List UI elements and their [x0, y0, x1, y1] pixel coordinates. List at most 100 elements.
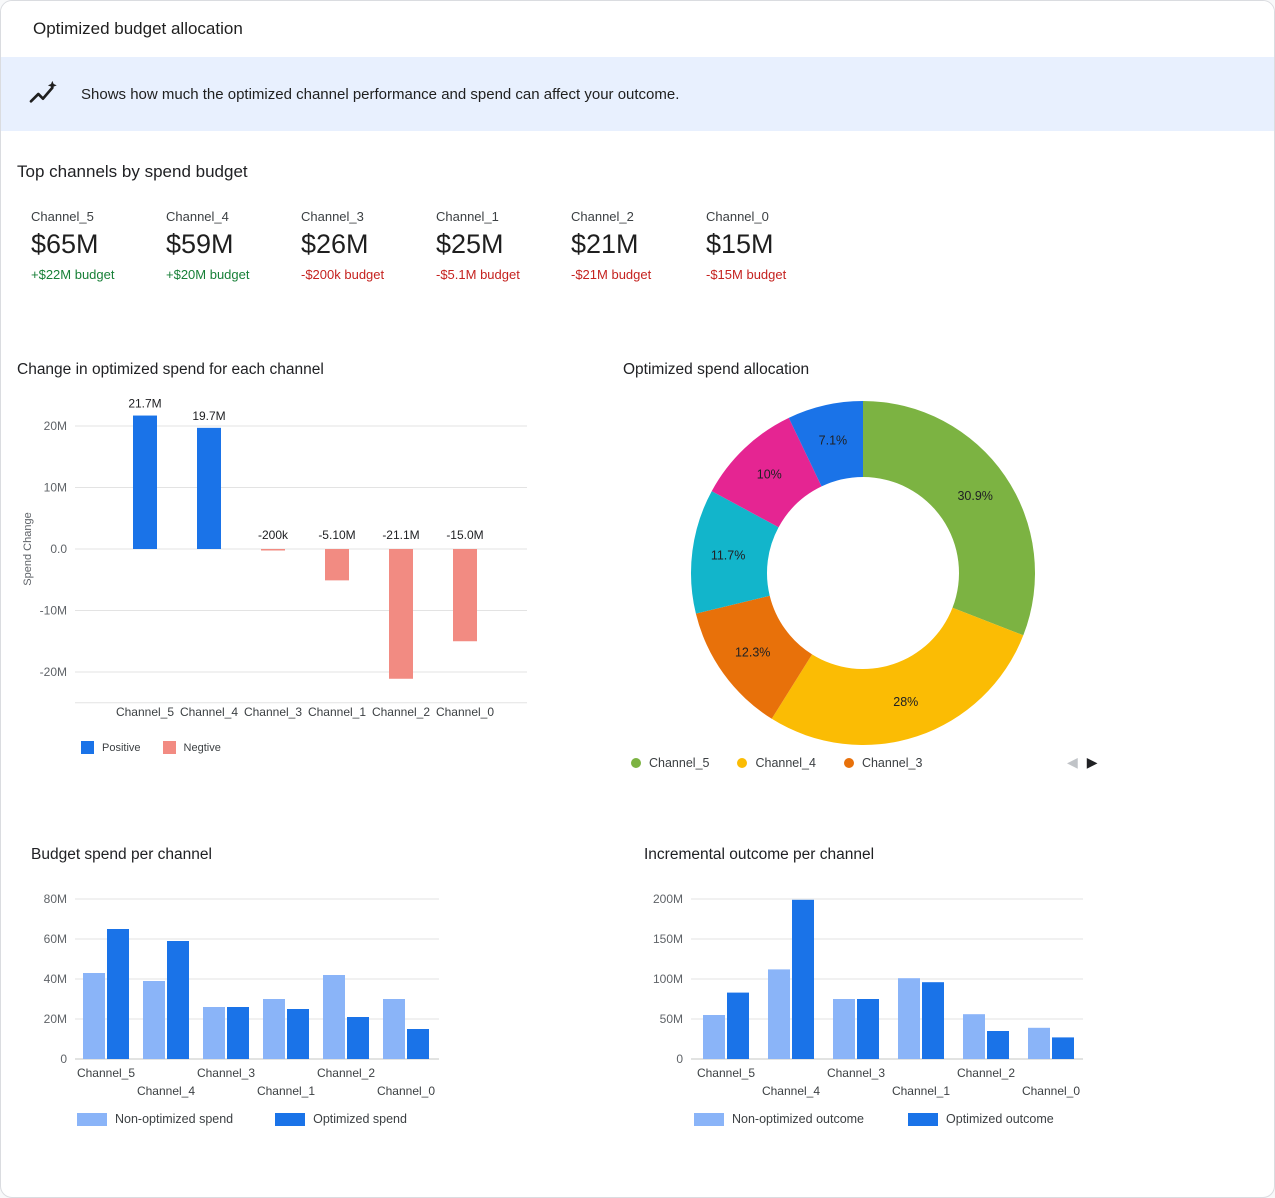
budget_spend-bar-Channel_5-non-optimized[interactable] — [83, 973, 105, 1059]
x-category-label: Channel_3 — [827, 1066, 885, 1080]
channel-card: Channel_0$15M-$15M budget — [706, 209, 841, 282]
x-category-label: Channel_1 — [892, 1084, 950, 1098]
legend-swatch — [694, 1113, 724, 1126]
legend-label: Optimized spend — [313, 1112, 407, 1126]
bar-value-label: -21.1M — [382, 528, 419, 542]
budget-spend-title: Budget spend per channel — [31, 846, 212, 864]
channel-card: Channel_5$65M+$22M budget — [31, 209, 166, 282]
budget_spend-bar-Channel_1-optimized[interactable] — [287, 1009, 309, 1059]
x-category-label: Channel_5 — [697, 1066, 755, 1080]
info-banner-text: Shows how much the optimized channel per… — [81, 86, 679, 103]
spend-change-bar-Channel_1[interactable] — [325, 549, 349, 580]
incremental_outcome-bar-Channel_2-optimized[interactable] — [987, 1031, 1009, 1059]
legend-item-Channel_3[interactable]: Channel_3 — [844, 756, 922, 770]
channel-spend: $25M — [436, 229, 571, 260]
channel-budget-delta: -$200k budget — [301, 267, 436, 282]
budget_spend-bar-Channel_4-optimized[interactable] — [167, 941, 189, 1059]
budget_spend-bar-Channel_0-non-optimized[interactable] — [383, 999, 405, 1059]
x-category-label: Channel_4 — [137, 1084, 195, 1098]
legend-label: Negtive — [184, 742, 221, 754]
slice-label-Channel_4: 28% — [893, 695, 918, 709]
incremental_outcome-bar-Channel_0-optimized[interactable] — [1052, 1037, 1074, 1059]
legend-label: Channel_5 — [649, 756, 709, 770]
legend-item: Optimized spend — [275, 1112, 407, 1126]
donut-slice-Channel_5[interactable] — [863, 401, 1035, 635]
donut-slice-Channel_4[interactable] — [772, 608, 1024, 745]
legend-swatch — [81, 741, 94, 754]
spend-change-bar-Channel_2[interactable] — [389, 549, 413, 679]
incremental_outcome-bar-Channel_4-optimized[interactable] — [792, 900, 814, 1059]
budget_spend-bar-Channel_3-non-optimized[interactable] — [203, 1007, 225, 1059]
x-category-label: Channel_5 — [116, 705, 174, 719]
channel-card: Channel_3$26M-$200k budget — [301, 209, 436, 282]
y-tick-label: 200M — [653, 892, 683, 906]
legend-label: Positive — [102, 742, 141, 754]
spend-change-chart: Change in optimized spend for each chann… — [17, 359, 561, 791]
spend-allocation-title: Optimized spend allocation — [623, 361, 809, 379]
channel-card: Channel_2$21M-$21M budget — [571, 209, 706, 282]
legend-item-Channel_5[interactable]: Channel_5 — [631, 756, 709, 770]
y-tick-label: 0 — [676, 1052, 683, 1066]
x-category-label: Channel_1 — [308, 705, 366, 719]
incremental_outcome-bar-Channel_3-optimized[interactable] — [857, 999, 879, 1059]
spend-allocation-svg: 30.9%28%12.3%11.7%10%7.1% — [621, 389, 1161, 751]
incremental_outcome-bar-Channel_3-non-optimized[interactable] — [833, 999, 855, 1059]
budget_spend-bar-Channel_4-non-optimized[interactable] — [143, 981, 165, 1059]
legend-label: Channel_4 — [755, 756, 815, 770]
incremental_outcome-bar-Channel_1-optimized[interactable] — [922, 982, 944, 1059]
spend-change-bar-Channel_5[interactable] — [133, 416, 157, 549]
y-tick-label: 0.0 — [50, 542, 67, 556]
y-tick-label: 20M — [44, 1012, 67, 1026]
incremental_outcome-bar-Channel_5-non-optimized[interactable] — [703, 1015, 725, 1059]
legend-item-Channel_4[interactable]: Channel_4 — [737, 756, 815, 770]
x-category-label: Channel_0 — [436, 705, 494, 719]
spend-change-svg: 20M10M0.0-10M-20MSpend Change21.7MChanne… — [17, 391, 561, 729]
channel-spend: $15M — [706, 229, 841, 260]
channel-card: Channel_1$25M-$5.1M budget — [436, 209, 571, 282]
budget_spend-bar-Channel_3-optimized[interactable] — [227, 1007, 249, 1059]
channel-spend: $26M — [301, 229, 436, 260]
x-category-label: Channel_3 — [244, 705, 302, 719]
budget_spend-bar-Channel_5-optimized[interactable] — [107, 929, 129, 1059]
x-category-label: Channel_0 — [377, 1084, 435, 1098]
slice-label-Channel_3: 12.3% — [735, 646, 770, 660]
channel-name: Channel_5 — [31, 209, 166, 224]
budget_spend-bar-Channel_0-optimized[interactable] — [407, 1029, 429, 1059]
spend-change-bar-Channel_0[interactable] — [453, 549, 477, 641]
spend-change-bar-Channel_3[interactable] — [261, 549, 285, 551]
channel-budget-delta: -$21M budget — [571, 267, 706, 282]
info-banner: Shows how much the optimized channel per… — [1, 57, 1274, 131]
insights-icon — [27, 78, 59, 110]
y-tick-label: -10M — [40, 604, 67, 618]
legend-swatch — [163, 741, 176, 754]
x-category-label: Channel_2 — [372, 705, 430, 719]
incremental-outcome-title: Incremental outcome per channel — [644, 846, 874, 864]
budget_spend-bar-Channel_1-non-optimized[interactable] — [263, 999, 285, 1059]
legend-label: Optimized outcome — [946, 1112, 1054, 1126]
channel-name: Channel_1 — [436, 209, 571, 224]
incremental_outcome-bar-Channel_2-non-optimized[interactable] — [963, 1014, 985, 1059]
legend-label: Non-optimized spend — [115, 1112, 233, 1126]
legend-label: Non-optimized outcome — [732, 1112, 864, 1126]
incremental_outcome-bar-Channel_0-non-optimized[interactable] — [1028, 1028, 1050, 1059]
channel-budget-delta: -$15M budget — [706, 267, 841, 282]
carousel-next-button[interactable]: ▶ — [1087, 754, 1098, 770]
budget_spend-bar-Channel_2-optimized[interactable] — [347, 1017, 369, 1059]
x-category-label: Channel_2 — [957, 1066, 1015, 1080]
x-category-label: Channel_1 — [257, 1084, 315, 1098]
incremental_outcome-bar-Channel_5-optimized[interactable] — [727, 993, 749, 1059]
bar-value-label: -5.10M — [318, 528, 355, 542]
x-category-label: Channel_4 — [762, 1084, 820, 1098]
slice-label-Channel_1: 11.7% — [711, 549, 746, 563]
y-tick-label: 0 — [60, 1052, 67, 1066]
incremental_outcome-bar-Channel_1-non-optimized[interactable] — [898, 978, 920, 1059]
top-channels-title: Top channels by spend budget — [17, 162, 248, 182]
incremental_outcome-bar-Channel_4-non-optimized[interactable] — [768, 969, 790, 1059]
y-tick-label: 50M — [660, 1012, 683, 1026]
spend-change-bar-Channel_4[interactable] — [197, 428, 221, 549]
channel-card: Channel_4$59M+$20M budget — [166, 209, 301, 282]
channel-name: Channel_2 — [571, 209, 706, 224]
budget_spend-bar-Channel_2-non-optimized[interactable] — [323, 975, 345, 1059]
legend-label: Channel_3 — [862, 756, 922, 770]
carousel-prev-button[interactable]: ◀ — [1067, 754, 1078, 770]
